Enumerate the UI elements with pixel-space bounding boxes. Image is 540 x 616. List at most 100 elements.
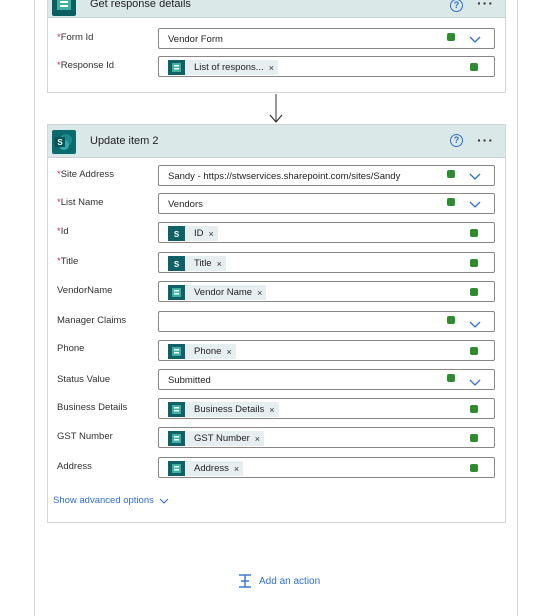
forms-icon — [168, 344, 185, 359]
remove-token-icon[interactable]: × — [212, 259, 222, 269]
add-action-icon — [239, 574, 251, 588]
remove-token-icon[interactable]: × — [204, 229, 214, 239]
status-dot — [447, 170, 455, 178]
dynamic-content-token[interactable]: Vendor Name × — [168, 285, 267, 300]
field-label-title: *Title — [57, 256, 79, 267]
token-label: Phone — [194, 346, 222, 357]
more-options-icon[interactable]: ··· — [477, 132, 494, 148]
token-label: List of respons... — [194, 62, 264, 73]
chevron-down-icon — [159, 498, 169, 504]
chevron-down-icon[interactable] — [468, 317, 482, 331]
add-action-button[interactable]: Add an action — [237, 573, 320, 589]
card-title: Update item 2 — [90, 135, 159, 147]
dynamic-content-token[interactable]: Address × — [168, 461, 244, 476]
remove-token-icon[interactable]: × — [264, 63, 274, 73]
help-icon[interactable]: ? — [450, 134, 463, 147]
token-label: Title — [194, 258, 212, 269]
field-label-address: Address — [57, 461, 92, 472]
field-label-business-details: Business Details — [57, 402, 128, 413]
status-dot — [470, 63, 478, 71]
field-label-manager-claims: Manager Claims — [57, 315, 127, 326]
action-card-update-item-2: S Update item 2 ? ··· *Site Address Sand… — [47, 124, 506, 523]
advanced-options-label: Show advanced options — [53, 495, 154, 506]
svg-text:S: S — [174, 260, 180, 269]
chevron-down-icon[interactable] — [468, 375, 482, 389]
status-dot — [447, 374, 455, 382]
chevron-down-icon[interactable] — [468, 32, 482, 46]
token-label: GST Number — [194, 433, 250, 444]
sharepoint-icon: S — [168, 256, 185, 271]
remove-token-icon[interactable]: × — [229, 464, 239, 474]
field-label-site-address: *Site Address — [57, 169, 115, 180]
title-field[interactable]: S Title × — [158, 252, 495, 273]
status-dot — [470, 347, 478, 355]
status-dot — [470, 259, 478, 267]
svg-text:S: S — [57, 138, 63, 147]
remove-token-icon[interactable]: × — [264, 405, 274, 415]
status-dot — [447, 33, 455, 41]
token-label: ID — [194, 228, 204, 239]
sharepoint-icon: S — [168, 226, 185, 241]
add-action-label: Add an action — [259, 575, 321, 587]
site-address-dropdown[interactable]: Sandy - https://stwservices.sharepoint.c… — [158, 165, 495, 186]
more-options-icon[interactable]: ··· — [477, 0, 494, 11]
field-label-response-id: *Response Id — [57, 60, 115, 71]
dynamic-content-token[interactable]: List of respons... × — [168, 60, 278, 75]
business-details-field[interactable]: Business Details × — [158, 398, 495, 419]
gst-number-field[interactable]: GST Number × — [158, 427, 495, 448]
token-label: Vendor Name — [194, 287, 253, 298]
forms-icon — [168, 461, 185, 476]
id-field[interactable]: S ID × — [158, 222, 495, 243]
card-header[interactable]: S Update item 2 ? ··· — [48, 125, 505, 158]
address-field[interactable]: Address × — [158, 457, 495, 478]
sharepoint-icon: S — [52, 130, 76, 154]
action-card-get-response-details: Get response details ? ··· *Form Id Vend… — [47, 0, 506, 93]
forms-icon — [168, 402, 185, 417]
status-dot — [447, 198, 455, 206]
arrow-head-icon — [269, 114, 283, 123]
token-label: Address — [194, 463, 229, 474]
remove-token-icon[interactable]: × — [252, 288, 262, 298]
manager-claims-dropdown[interactable] — [158, 311, 495, 332]
field-label-list-name: *List Name — [57, 197, 104, 208]
field-label-status-value: Status Value — [57, 374, 111, 385]
dynamic-content-token[interactable]: S ID × — [168, 226, 218, 241]
status-dot — [470, 434, 478, 442]
svg-text:S: S — [174, 230, 180, 239]
status-value-dropdown[interactable]: Submitted — [158, 369, 495, 390]
field-label-vendor-name: VendorName — [57, 285, 113, 296]
remove-token-icon[interactable]: × — [221, 347, 231, 357]
forms-icon — [52, 0, 76, 16]
phone-field[interactable]: Phone × — [158, 340, 495, 361]
form-id-dropdown[interactable]: Vendor Form — [158, 28, 495, 49]
field-value: Submitted — [168, 375, 211, 386]
field-value: Vendor Form — [168, 34, 223, 45]
dynamic-content-token[interactable]: Phone × — [168, 344, 236, 359]
field-label-gst-number: GST Number — [57, 431, 113, 442]
field-value: Sandy - https://stwservices.sharepoint.c… — [168, 171, 401, 182]
status-dot — [470, 229, 478, 237]
dynamic-content-token[interactable]: Business Details × — [168, 402, 279, 417]
dynamic-content-token[interactable]: S Title × — [168, 256, 226, 271]
chevron-down-icon[interactable] — [468, 197, 482, 211]
forms-icon — [168, 60, 185, 75]
status-dot — [470, 405, 478, 413]
card-header[interactable]: Get response details ? ··· — [48, 0, 505, 18]
help-icon[interactable]: ? — [450, 0, 463, 12]
chevron-down-icon[interactable] — [468, 169, 482, 183]
show-advanced-options-link[interactable]: Show advanced options — [53, 495, 169, 506]
dynamic-content-token[interactable]: GST Number × — [168, 431, 265, 446]
field-value: Vendors — [168, 199, 203, 210]
response-id-field[interactable]: List of respons... × — [158, 56, 495, 77]
vendor-name-field[interactable]: Vendor Name × — [158, 281, 495, 302]
forms-icon — [168, 431, 185, 446]
status-dot — [470, 288, 478, 296]
field-label-form-id: *Form Id — [57, 32, 94, 43]
field-label-phone: Phone — [57, 343, 85, 354]
card-title: Get response details — [90, 0, 191, 10]
field-label-id: *Id — [57, 226, 69, 237]
status-dot — [447, 316, 455, 324]
token-label: Business Details — [194, 404, 265, 415]
list-name-dropdown[interactable]: Vendors — [158, 193, 495, 214]
remove-token-icon[interactable]: × — [250, 434, 260, 444]
